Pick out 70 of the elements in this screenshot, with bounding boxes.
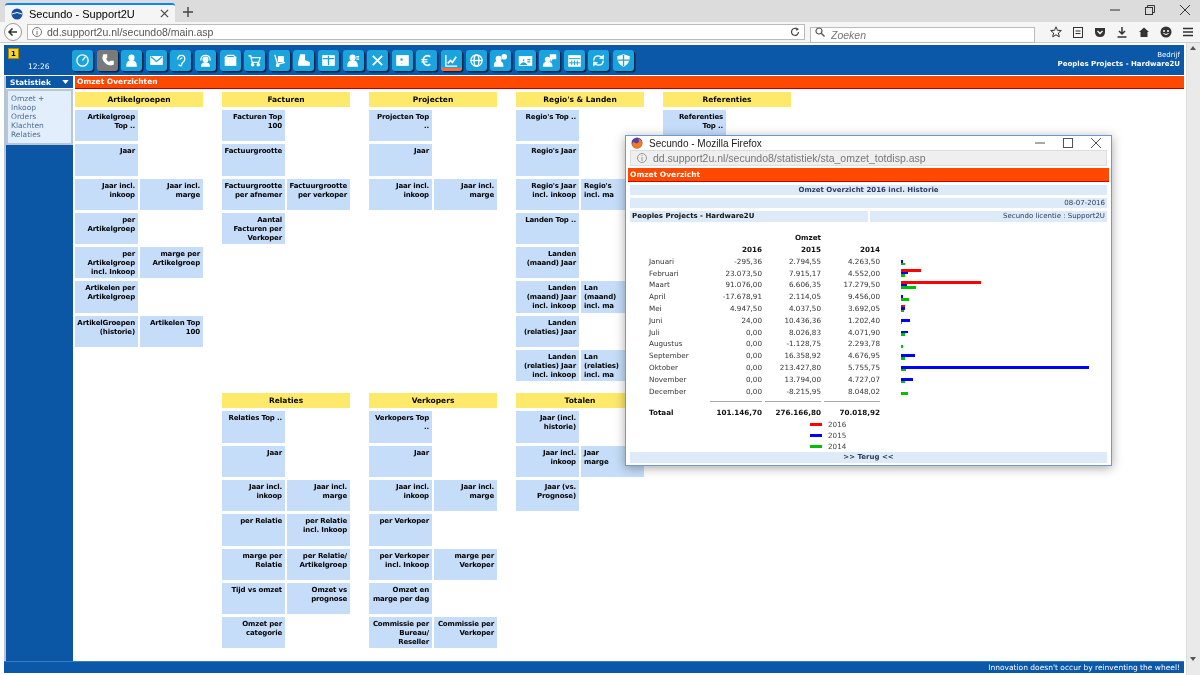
caret-icon <box>62 80 69 84</box>
toolbar-button[interactable] <box>440 49 462 71</box>
bar <box>901 392 909 395</box>
photo-icon <box>394 52 410 68</box>
toolbar-button[interactable] <box>563 49 585 71</box>
toolbar-button[interactable] <box>194 49 216 71</box>
toolbar-button[interactable] <box>342 49 364 71</box>
gauge-icon <box>75 52 90 68</box>
smiley-icon[interactable] <box>1160 26 1172 38</box>
toolbar-button[interactable] <box>145 49 167 71</box>
maximize-icon[interactable] <box>1063 138 1073 149</box>
address-field[interactable]: dd.support2u.nl/secundo8/statistiek/sta_omzet_totdisp.asp <box>630 150 1107 166</box>
refresh-icon <box>591 52 607 68</box>
toolbar-button[interactable] <box>72 49 93 71</box>
toolbar-button[interactable] <box>588 49 610 71</box>
chat-icon <box>542 52 558 68</box>
back-icon[interactable] <box>4 23 22 41</box>
toolbar-button[interactable] <box>317 49 339 71</box>
search-icon <box>815 27 825 37</box>
calendar-icon <box>566 52 582 68</box>
box-icon <box>222 52 238 68</box>
toolbar-button[interactable] <box>219 49 241 71</box>
download-icon[interactable] <box>1116 26 1128 38</box>
pocket-icon[interactable] <box>1094 26 1106 38</box>
toolbar-button[interactable] <box>490 49 512 71</box>
toolbar-button[interactable] <box>514 49 536 71</box>
toolbar-button[interactable] <box>539 49 561 71</box>
address-field[interactable]: dd.support2u.nl/secundo8/main.asp <box>27 24 805 40</box>
window-icon <box>320 52 336 68</box>
close-icon[interactable] <box>160 9 169 18</box>
close-icon[interactable] <box>1180 5 1190 15</box>
toolbar-button[interactable] <box>268 49 290 71</box>
scrollbar[interactable] <box>1186 43 1200 675</box>
headset-icon <box>197 52 213 68</box>
info-icon <box>32 27 42 37</box>
toolbar-button[interactable] <box>367 49 389 71</box>
globe-icon <box>11 7 23 20</box>
boot-icon <box>296 52 312 68</box>
toolbar-button[interactable] <box>121 49 143 71</box>
toolbar-button[interactable] <box>391 49 413 71</box>
toolbar-button[interactable] <box>613 49 635 71</box>
restore-icon[interactable] <box>1145 5 1155 15</box>
close-icon[interactable] <box>1091 138 1101 149</box>
globe-icon <box>468 52 484 68</box>
tab-title: Secundo - Support2U <box>29 7 136 20</box>
star-icon[interactable] <box>1050 26 1062 38</box>
browser-logo-icon <box>631 137 643 150</box>
menu-icon[interactable] <box>1182 26 1194 38</box>
cart-icon <box>247 52 263 68</box>
home-icon[interactable] <box>1138 26 1150 38</box>
person-icon <box>493 52 509 68</box>
scroll-up-icon[interactable] <box>1190 46 1196 50</box>
toolbar-button[interactable] <box>293 49 315 71</box>
phone-icon <box>99 52 115 68</box>
shield-icon <box>616 52 632 68</box>
toolbar-button[interactable] <box>465 49 487 71</box>
info-icon <box>637 153 647 164</box>
reload-icon[interactable] <box>790 27 800 37</box>
new-tab-icon[interactable] <box>183 7 193 17</box>
browser-tab[interactable]: Secundo - Support2U <box>5 3 175 22</box>
toolbar-button[interactable] <box>244 49 266 71</box>
chart-icon <box>443 52 459 68</box>
hand-truck-icon <box>271 52 287 68</box>
clipboard-icon[interactable] <box>1072 26 1084 38</box>
search-field[interactable]: Zoeken <box>810 27 1035 43</box>
toolbar-button[interactable] <box>170 49 192 71</box>
person-icon <box>345 52 361 68</box>
scroll-down-icon[interactable] <box>1190 657 1196 661</box>
person-icon <box>124 52 140 68</box>
toolbar-button[interactable] <box>416 49 438 71</box>
